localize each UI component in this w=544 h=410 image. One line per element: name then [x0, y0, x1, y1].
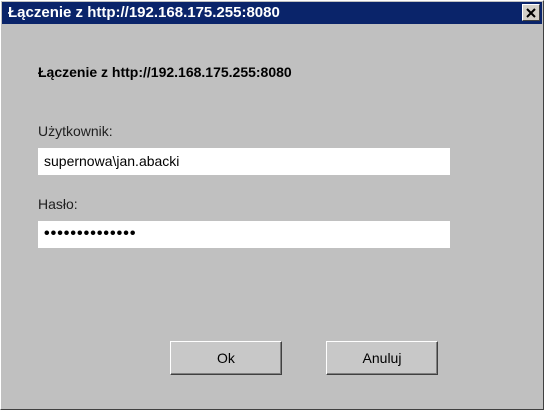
username-field[interactable]: supernowa\jan.abacki	[38, 148, 450, 175]
cancel-button[interactable]: Anuluj	[326, 341, 438, 375]
ok-button[interactable]: Ok	[170, 341, 282, 375]
title-bar[interactable]: Łączenie z http://192.168.175.255:8080	[2, 2, 542, 24]
username-label: Użytkownik:	[38, 123, 113, 139]
window-title: Łączenie z http://192.168.175.255:8080	[8, 4, 280, 21]
login-dialog-window: Łączenie z http://192.168.175.255:8080 Ł…	[0, 0, 544, 410]
dialog-heading: Łączenie z http://192.168.175.255:8080	[38, 64, 292, 80]
password-label: Hasło:	[38, 196, 78, 212]
dialog-body: Łączenie z http://192.168.175.255:8080 U…	[2, 24, 542, 408]
close-button[interactable]	[522, 4, 540, 21]
close-icon	[526, 7, 536, 18]
password-field[interactable]: ••••••••••••••	[38, 221, 450, 248]
